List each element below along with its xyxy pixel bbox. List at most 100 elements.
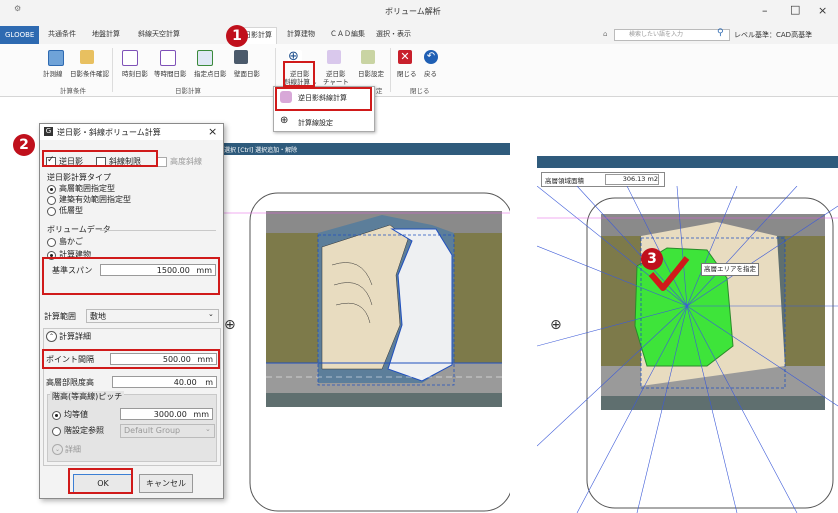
equal-time-shadow-button[interactable]: 等時間日影: [154, 68, 187, 78]
height-slope-checkbox: [157, 157, 167, 167]
pitch-radio-equal[interactable]: [52, 411, 61, 420]
equal-time-shadow-icon: [160, 50, 176, 66]
height-limit-input[interactable]: 40.00 m: [112, 376, 217, 388]
dialog-title: 逆日影・斜線ボリューム計算: [57, 128, 161, 137]
range-value: 敷地: [90, 312, 106, 321]
dialog-titlebar: G 逆日影・斜線ボリューム計算 ×: [40, 124, 223, 140]
calc-line-icon: ⊕: [280, 115, 289, 126]
reverse-chart-icon: [327, 50, 341, 64]
step-badge-1: 1: [226, 25, 248, 47]
group-chevron-down-icon: ⌄: [205, 425, 211, 433]
step-badge-3: 3: [641, 248, 663, 270]
tab-calc-building[interactable]: 計算建物: [287, 29, 315, 39]
shadow-settings-icon: [361, 50, 375, 64]
minimize-button[interactable]: –: [762, 4, 768, 17]
range-label: 計算範囲: [44, 312, 76, 321]
pitch-unit: mm: [193, 410, 209, 419]
right-site-drawing: [537, 186, 838, 513]
group-settings: 定: [376, 87, 383, 95]
search-icon[interactable]: ⚲: [717, 28, 724, 38]
highlight-checks: [42, 150, 158, 167]
height-limit-label: 高層部限度高: [46, 378, 94, 387]
compass-icon: ⊕: [224, 317, 236, 333]
canvas-hint: 選択 [Ctrl] 選択追加・解除: [224, 147, 298, 154]
range-select[interactable]: 敷地 ⌄: [86, 309, 219, 323]
pitch-value-input[interactable]: 3000.00 mm: [120, 408, 213, 420]
height-slope-label: 高度斜線: [170, 157, 202, 166]
measure-line-button[interactable]: 計測線: [43, 68, 63, 78]
tab-gloobe[interactable]: GLOOBE: [0, 26, 40, 44]
highlight-menu-item: [275, 87, 372, 111]
home-icon[interactable]: ⌂: [603, 30, 607, 38]
back-icon: ↶: [424, 50, 438, 64]
tab-cad-edit[interactable]: ＣＡＤ編集: [330, 29, 365, 39]
area-unit: m2: [647, 175, 658, 183]
group-value: Default Group: [124, 426, 181, 435]
detail-header: 計算詳細: [59, 332, 91, 341]
menu-item-calc-line[interactable]: 計算線設定: [298, 118, 333, 128]
calc-type-radio-high[interactable]: [47, 185, 56, 194]
height-limit-unit: m: [205, 378, 213, 387]
shadow-condition-button[interactable]: 日影条件確認: [70, 68, 109, 78]
pitch-equal-label: 均等値: [64, 410, 88, 419]
group-close: 閉じる: [410, 87, 430, 95]
cancel-button[interactable]: キャンセル: [139, 474, 193, 493]
point-shadow-icon: [197, 50, 213, 66]
highlight-reverse-button: [283, 61, 315, 87]
calc-type-legend: 逆日影計算タイプ: [47, 173, 111, 182]
tab-slope[interactable]: 斜線天空計算: [138, 29, 180, 39]
title-bar: ⚙ ボリューム解析 – □ ×: [0, 0, 838, 26]
search-input[interactable]: 検索したい語を入力: [614, 29, 730, 41]
group-shadow-calc: 日影計算: [175, 87, 201, 95]
right-viewport-bar: [537, 156, 838, 168]
more-label: 詳細: [65, 445, 81, 454]
window-title: ボリューム解析: [385, 7, 441, 16]
callout-label: 高層エリアを指定: [701, 263, 759, 276]
detail-collapse-icon[interactable]: ⌃: [46, 331, 57, 342]
area-value: 306.13: [622, 175, 646, 183]
wall-shadow-button[interactable]: 壁面日影: [234, 68, 260, 78]
calc-type-radio-effective[interactable]: [47, 196, 56, 205]
dialog-close-button[interactable]: ×: [208, 125, 217, 138]
height-limit-value: 40.00: [173, 378, 197, 387]
volume-basket-label: 島かご: [59, 237, 83, 246]
close-ribbon-button[interactable]: 閉じる: [397, 68, 417, 78]
measure-line-icon: [48, 50, 64, 66]
highlight-volume: [42, 257, 220, 295]
compass-icon-right: ⊕: [550, 317, 562, 333]
hourly-shadow-button[interactable]: 時刻日影: [122, 68, 148, 78]
pitch-radio-floor[interactable]: [52, 427, 61, 436]
pitch-legend: 階高(等高線)ピッチ: [50, 391, 125, 402]
group-select: Default Group ⌄: [120, 424, 215, 438]
area-label: 高層領域面積: [545, 177, 584, 185]
wall-shadow-icon: [234, 50, 248, 64]
volume-radio-basket[interactable]: [47, 238, 56, 247]
shadow-settings-button[interactable]: 日影設定: [358, 68, 384, 78]
close-icon: ✕: [398, 50, 412, 64]
calc-type-radio-low[interactable]: [47, 207, 56, 216]
calc-type-high-label: 高層範囲指定型: [59, 184, 115, 193]
reverse-shadow-dialog: G 逆日影・斜線ボリューム計算 × ✓ 逆日影 斜線制限 高度斜線 逆日影計算タ…: [39, 123, 224, 499]
point-shadow-button[interactable]: 指定点日影: [194, 68, 227, 78]
tab-select-view[interactable]: 選択・表示: [376, 29, 411, 39]
pitch-floor-label: 階設定参照: [64, 426, 104, 435]
more-expand-icon: ⌄: [52, 444, 63, 455]
group-calc-condition: 計算条件: [60, 87, 86, 95]
tab-ground[interactable]: 地盤計算: [92, 29, 120, 39]
area-readout: 高層領域面積 306.13 m2: [541, 172, 665, 187]
close-window-button[interactable]: ×: [818, 4, 827, 17]
back-button[interactable]: 戻る: [424, 68, 437, 78]
reverse-chart-sub: チャート: [323, 78, 349, 86]
level-label: レベル基準：CAD高基準: [734, 31, 813, 39]
dialog-app-icon: G: [44, 127, 53, 136]
step-badge-2: 2: [13, 134, 35, 156]
area-value-field: 306.13 m2: [605, 174, 659, 185]
calc-type-low-label: 低層型: [59, 206, 83, 215]
calc-type-effective-label: 建築有効範囲指定型: [59, 195, 131, 204]
left-site-drawing: [222, 192, 510, 512]
maximize-button[interactable]: □: [790, 3, 800, 16]
hourly-shadow-icon: [122, 50, 138, 66]
tab-common[interactable]: 共通条件: [48, 29, 76, 39]
range-chevron-down-icon: ⌄: [208, 310, 214, 318]
highlight-ok: [68, 468, 133, 494]
